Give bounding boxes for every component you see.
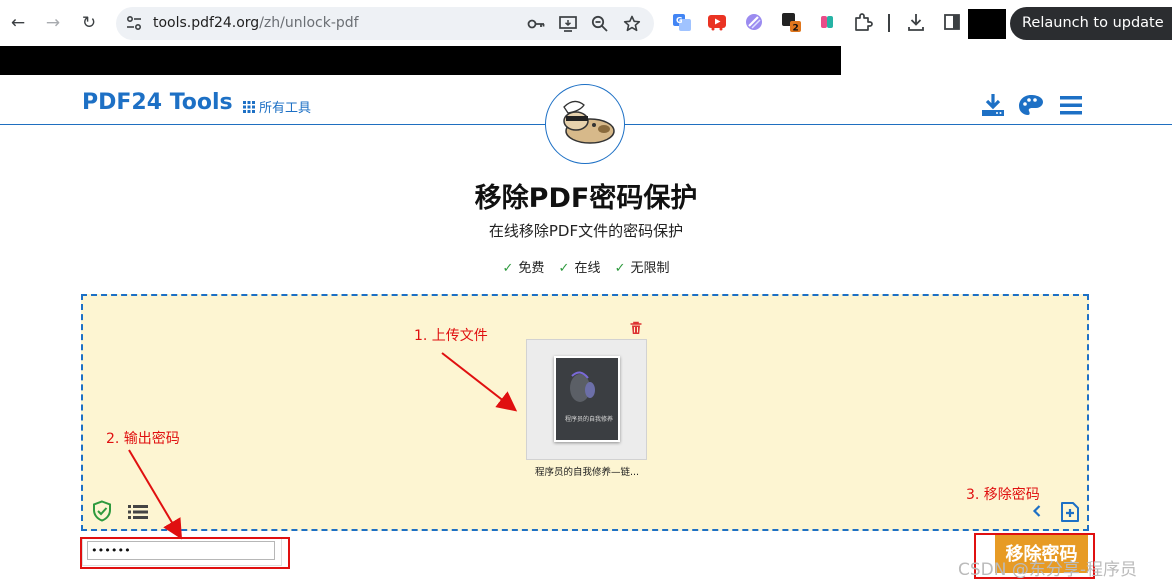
arrow-to-password — [128, 449, 183, 540]
annotation-arrows — [128, 352, 518, 540]
arrow-to-file — [441, 352, 518, 412]
watermark: CSDN @东分享-程序员 — [958, 560, 1138, 580]
